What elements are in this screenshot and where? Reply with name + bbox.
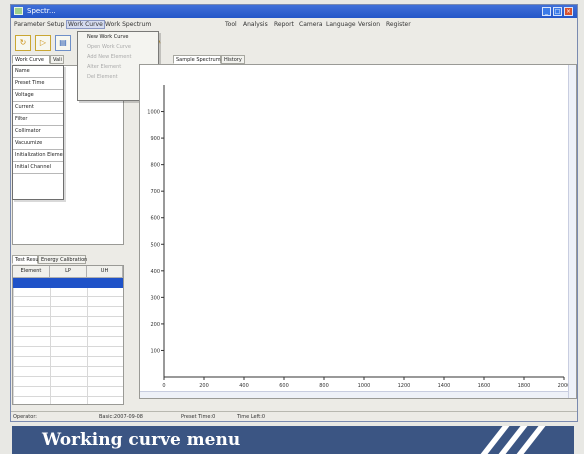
x-tick-label: 1400: [438, 383, 451, 389]
work-curve-parameter-list: Name Preset Time Voltage Current Filter …: [12, 65, 64, 200]
play-button[interactable]: ▷: [35, 35, 51, 51]
y-tick-label: 800: [150, 163, 160, 169]
refresh-button[interactable]: ↻: [15, 35, 31, 51]
minimize-button[interactable]: _: [542, 7, 551, 16]
menu-register[interactable]: Register: [386, 21, 411, 28]
caption-banner: Working curve menu: [12, 426, 574, 454]
list-item[interactable]: Initialization Element: [13, 150, 63, 162]
x-tick-label: 600: [279, 383, 289, 389]
x-tick-label: 400: [239, 383, 249, 389]
list-item[interactable]: Vacuumize: [13, 138, 63, 150]
play-icon: ▷: [39, 38, 47, 47]
column-header-lp[interactable]: LP: [50, 266, 87, 278]
title-bar: Spectr... _ □ ×: [11, 5, 577, 18]
refresh-icon: ↻: [19, 38, 27, 47]
status-bar: Operator: Basic:2007-09-08 Preset Time:0…: [11, 411, 577, 421]
tab-history[interactable]: History: [221, 55, 245, 64]
menu-item-new-work-curve[interactable]: New Work Curve: [78, 32, 158, 42]
selected-row[interactable]: [13, 278, 123, 288]
close-button[interactable]: ×: [564, 7, 573, 16]
status-time-left: Time Left:0: [237, 414, 266, 420]
column-header-element[interactable]: Element: [13, 266, 50, 278]
menu-report[interactable]: Report: [274, 21, 294, 28]
menu-work-curve[interactable]: Work Curve: [66, 20, 105, 29]
spectrum-pane: Sample Spectrum History 0 200 400 600 800 100…: [139, 55, 577, 405]
x-tick-label: 800: [319, 383, 329, 389]
tab-sample-spectrum[interactable]: Sample Spectrum: [173, 55, 221, 64]
menu-parameter[interactable]: Parameter: [14, 21, 45, 28]
menu-camera[interactable]: Camera: [299, 21, 323, 28]
file-icon: ▤: [59, 38, 67, 47]
y-tick-label: 400: [150, 269, 160, 275]
status-operator: Operator:: [13, 414, 37, 420]
window-title: Spectr...: [27, 7, 56, 15]
y-tick-label: 300: [150, 295, 160, 301]
tab-energy-calibration[interactable]: Energy Calibration: [38, 255, 87, 264]
vertical-scrollbar[interactable]: [568, 65, 576, 398]
maximize-button[interactable]: □: [553, 7, 562, 16]
x-tick-label: 1200: [398, 383, 411, 389]
spectrum-chart[interactable]: 0 200 400 600 800 1000 1200 1400 1600 1800 2000 100…: [139, 64, 577, 399]
element-grid: Element LP UH: [12, 265, 124, 405]
x-tick-label: 200: [199, 383, 209, 389]
list-item[interactable]: Current: [13, 102, 63, 114]
list-item[interactable]: Preset Time: [13, 78, 63, 90]
tab-vali[interactable]: Vali: [50, 55, 64, 64]
spectrum-chart-svg: 0 200 400 600 800 1000 1200 1400 1600 1800 2000 100…: [147, 85, 568, 389]
menu-setup[interactable]: Setup: [47, 21, 64, 28]
column-header-uh[interactable]: UH: [87, 266, 123, 278]
list-item[interactable]: Initial Channel: [13, 162, 63, 174]
x-tick-label: 1000: [358, 383, 371, 389]
y-tick-label: 600: [150, 216, 160, 222]
menu-tool[interactable]: Tool: [225, 21, 237, 28]
status-basic: Basic:2007-09-08: [99, 414, 143, 420]
app-window: Spectr... _ □ × Parameter Setup Work Cur…: [10, 4, 578, 422]
list-item[interactable]: Collimator: [13, 126, 63, 138]
list-item[interactable]: Filter: [13, 114, 63, 126]
tab-test-result[interactable]: Test Result: [12, 255, 42, 264]
status-preset-time: Preset Time:0: [181, 414, 216, 420]
menu-work-spectrum[interactable]: Work Spectrum: [105, 21, 151, 28]
y-tick-label: 100: [150, 348, 160, 354]
x-tick-label: 1600: [478, 383, 491, 389]
open-button[interactable]: ▤: [55, 35, 71, 51]
caption-text: Working curve menu: [42, 430, 241, 450]
list-item[interactable]: Name: [13, 66, 63, 78]
y-tick-label: 500: [150, 242, 160, 248]
app-icon: [14, 7, 23, 15]
menu-item-open-work-curve[interactable]: Open Work Curve: [78, 42, 158, 52]
menu-bar: Parameter Setup Work Curve Work Spectrum…: [11, 19, 577, 31]
list-item[interactable]: Voltage: [13, 90, 63, 102]
horizontal-scrollbar[interactable]: [140, 391, 568, 398]
y-tick-label: 1000: [147, 110, 160, 116]
tab-work-curve[interactable]: Work Curve: [12, 55, 50, 64]
menu-version[interactable]: Version: [358, 21, 380, 28]
x-tick-label: 1800: [518, 383, 531, 389]
menu-analysis[interactable]: Analysis: [243, 21, 268, 28]
x-tick-label: 2000: [558, 383, 568, 389]
y-tick-label: 700: [150, 189, 160, 195]
menu-language[interactable]: Language: [326, 21, 356, 28]
left-pane: Work Curve Vali Name Preset Time Voltage…: [12, 55, 138, 405]
x-tick-label: 0: [162, 383, 165, 389]
y-tick-label: 900: [150, 136, 160, 142]
y-tick-label: 200: [150, 322, 160, 328]
